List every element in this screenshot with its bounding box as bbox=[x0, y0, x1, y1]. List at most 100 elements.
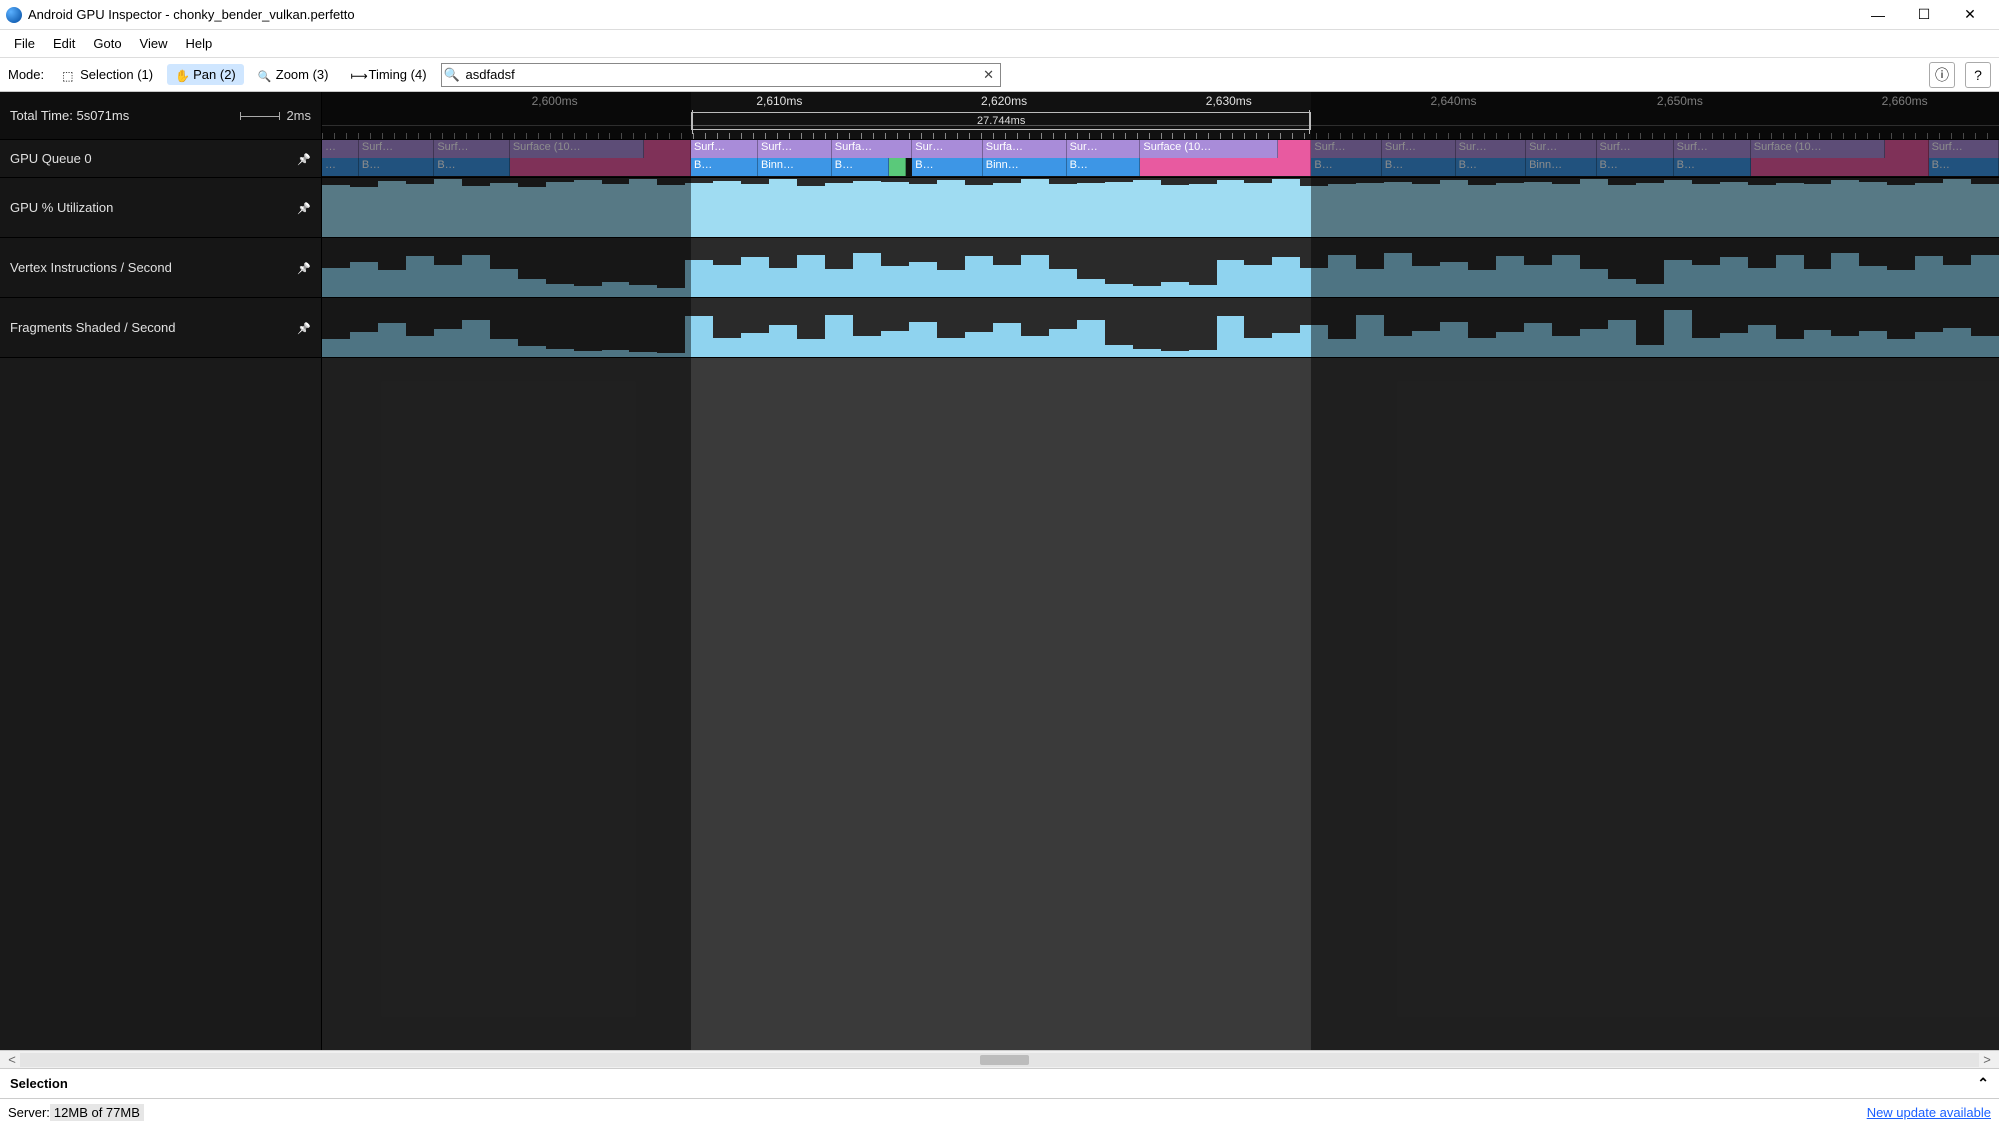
selection-panel-header[interactable]: Selection ⌃ bbox=[0, 1068, 1999, 1098]
gpu-util-chart[interactable] bbox=[322, 178, 1999, 237]
info-button[interactable]: ⓘ bbox=[1929, 62, 1955, 88]
queue-block[interactable]: B… bbox=[1929, 158, 1999, 176]
horizontal-scrollbar[interactable]: < > bbox=[0, 1050, 1999, 1068]
pin-icon[interactable] bbox=[297, 320, 311, 335]
queue-block[interactable]: B… bbox=[1311, 158, 1381, 176]
chart-bar bbox=[1804, 269, 1832, 297]
chart-bar bbox=[350, 332, 378, 357]
queue-block[interactable] bbox=[1278, 140, 1312, 158]
menu-goto[interactable]: Goto bbox=[85, 32, 129, 55]
queue-block[interactable]: … bbox=[322, 140, 359, 158]
scroll-left-arrow-icon[interactable]: < bbox=[4, 1052, 20, 1067]
queue-block[interactable]: B… bbox=[359, 158, 434, 176]
menu-file[interactable]: File bbox=[6, 32, 43, 55]
queue-block[interactable] bbox=[1885, 140, 1929, 158]
chart-bar bbox=[1748, 325, 1776, 357]
timeline-empty-area[interactable] bbox=[0, 358, 1999, 1050]
fragments-chart[interactable] bbox=[322, 298, 1999, 357]
queue-block[interactable]: Sur… bbox=[1067, 140, 1141, 158]
queue-block[interactable]: B… bbox=[1382, 158, 1456, 176]
menu-view[interactable]: View bbox=[132, 32, 176, 55]
chart-bar bbox=[1300, 325, 1328, 357]
queue-block[interactable]: Surfa… bbox=[832, 140, 912, 158]
selection-range-indicator[interactable]: 27.744ms bbox=[691, 112, 1311, 130]
chevron-up-icon[interactable]: ⌃ bbox=[1977, 1075, 1989, 1092]
search-input[interactable] bbox=[462, 64, 978, 86]
chart-bar bbox=[797, 186, 825, 237]
queue-block[interactable]: … bbox=[322, 158, 359, 176]
queue-block[interactable]: B… bbox=[691, 158, 758, 176]
pin-icon[interactable] bbox=[297, 200, 311, 215]
track-gpu-queue-header[interactable]: GPU Queue 0 bbox=[0, 140, 322, 177]
queue-block[interactable]: Surf… bbox=[691, 140, 758, 158]
queue-block[interactable]: B… bbox=[912, 158, 982, 176]
mode-pan-button[interactable]: Pan (2) bbox=[167, 64, 244, 85]
gpu-queue-lane[interactable]: …Surf…Surf…Surface (10…Surf…Surf…Surfa…S… bbox=[322, 140, 1999, 177]
menu-edit[interactable]: Edit bbox=[45, 32, 83, 55]
mode-timing-button[interactable]: Timing (4) bbox=[343, 64, 435, 85]
queue-block[interactable]: B… bbox=[832, 158, 889, 176]
queue-block[interactable]: B… bbox=[1067, 158, 1141, 176]
queue-block[interactable]: Surface (10… bbox=[510, 140, 644, 158]
help-button[interactable]: ? bbox=[1965, 62, 1991, 88]
mode-selection-button[interactable]: Selection (1) bbox=[54, 64, 161, 85]
queue-block[interactable]: Surf… bbox=[1382, 140, 1456, 158]
queue-block[interactable]: Binn… bbox=[758, 158, 832, 176]
chart-bar bbox=[797, 255, 825, 297]
ruler-area[interactable]: 2,600ms2,610ms2,620ms2,630ms2,640ms2,650… bbox=[322, 92, 1999, 139]
menu-help[interactable]: Help bbox=[178, 32, 221, 55]
queue-block[interactable]: Sur… bbox=[1456, 140, 1526, 158]
chart-bar bbox=[1496, 183, 1524, 237]
pin-icon[interactable] bbox=[297, 151, 311, 166]
scrollbar-track[interactable] bbox=[20, 1053, 1979, 1067]
queue-block[interactable] bbox=[889, 158, 906, 176]
search-clear-button[interactable]: ✕ bbox=[978, 67, 1000, 83]
queue-block[interactable]: Surface (10… bbox=[1140, 140, 1278, 158]
queue-block[interactable]: B… bbox=[434, 158, 509, 176]
track-fragments-header[interactable]: Fragments Shaded / Second bbox=[0, 298, 322, 357]
close-button[interactable]: ✕ bbox=[1947, 0, 1993, 30]
pin-icon[interactable] bbox=[297, 260, 311, 275]
queue-block[interactable]: Surf… bbox=[1929, 140, 1999, 158]
chart-bar bbox=[1943, 328, 1971, 358]
queue-block[interactable] bbox=[1140, 158, 1311, 176]
chart-bar bbox=[546, 182, 574, 237]
queue-block[interactable]: Sur… bbox=[912, 140, 982, 158]
queue-block[interactable] bbox=[510, 158, 691, 176]
queue-block[interactable]: B… bbox=[1456, 158, 1526, 176]
queue-block[interactable]: Surf… bbox=[1674, 140, 1751, 158]
track-gpu-util-header[interactable]: GPU % Utilization bbox=[0, 178, 322, 237]
queue-block[interactable]: Surfa… bbox=[983, 140, 1067, 158]
queue-block[interactable]: Surface (10… bbox=[1751, 140, 1885, 158]
mode-zoom-button[interactable]: Zoom (3) bbox=[250, 64, 337, 85]
chart-bar bbox=[741, 257, 769, 297]
queue-block[interactable]: Surf… bbox=[1311, 140, 1381, 158]
queue-block[interactable]: Surf… bbox=[359, 140, 434, 158]
chart-bar bbox=[1859, 266, 1887, 297]
chart-bar bbox=[713, 265, 741, 297]
track-vertex-header[interactable]: Vertex Instructions / Second bbox=[0, 238, 322, 297]
vertex-chart[interactable] bbox=[322, 238, 1999, 297]
chart-bar bbox=[1748, 268, 1776, 298]
queue-block[interactable] bbox=[644, 140, 691, 158]
magnifier-icon bbox=[258, 68, 272, 82]
queue-block[interactable]: Surf… bbox=[1597, 140, 1674, 158]
chart-bar bbox=[909, 322, 937, 357]
queue-block[interactable]: Binn… bbox=[983, 158, 1067, 176]
queue-block[interactable] bbox=[1751, 158, 1929, 176]
scrollbar-thumb[interactable] bbox=[980, 1055, 1029, 1065]
update-available-link[interactable]: New update available bbox=[1867, 1105, 1991, 1120]
chart-bar bbox=[1021, 179, 1049, 237]
minimize-button[interactable]: — bbox=[1855, 0, 1901, 30]
scroll-right-arrow-icon[interactable]: > bbox=[1979, 1052, 1995, 1067]
maximize-button[interactable]: ☐ bbox=[1901, 0, 1947, 30]
queue-block[interactable]: Sur… bbox=[1526, 140, 1596, 158]
chart-bar bbox=[1831, 336, 1859, 357]
queue-block[interactable]: B… bbox=[1674, 158, 1751, 176]
queue-block[interactable]: Surf… bbox=[758, 140, 832, 158]
queue-block[interactable]: Surf… bbox=[434, 140, 509, 158]
chart-bar bbox=[1049, 184, 1077, 237]
queue-block[interactable]: B… bbox=[1597, 158, 1674, 176]
chart-bar bbox=[1356, 315, 1384, 357]
queue-block[interactable]: Binn… bbox=[1526, 158, 1596, 176]
